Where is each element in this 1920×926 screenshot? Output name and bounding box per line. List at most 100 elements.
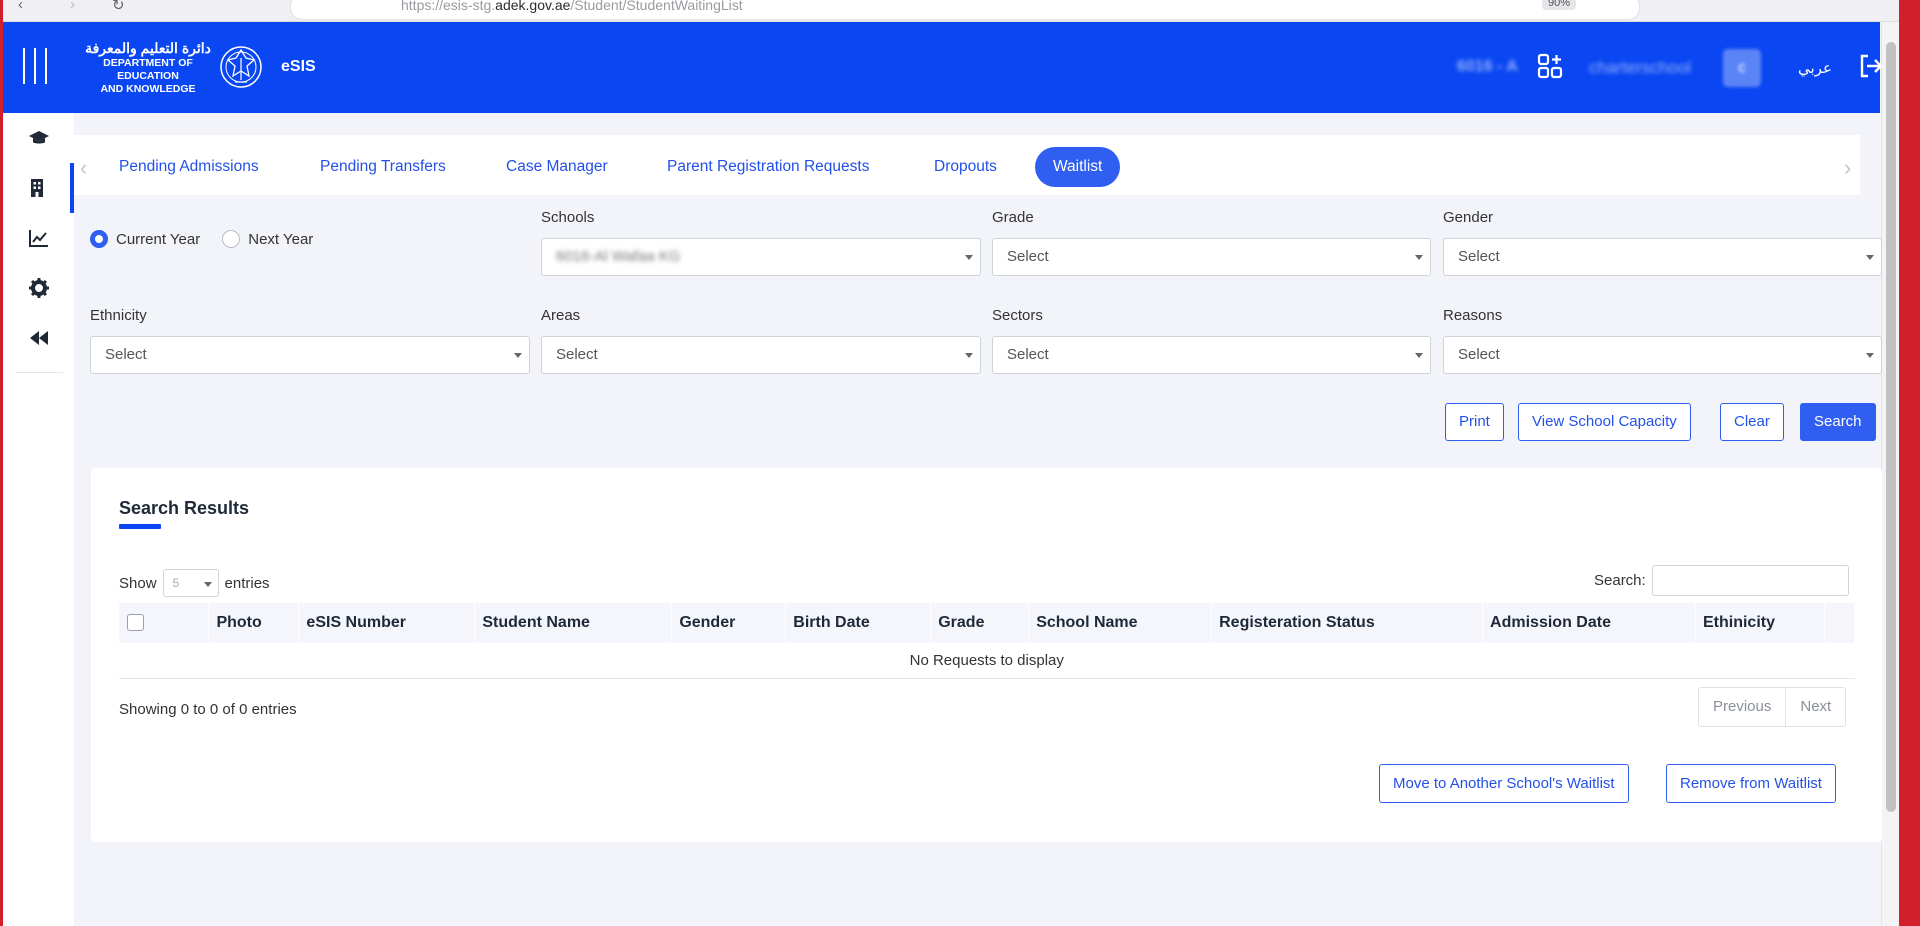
entries-label: entries	[224, 574, 270, 592]
sectors-label: Sectors	[992, 307, 1043, 324]
schools-select-value: 6016-Al Wafaa KG	[556, 248, 681, 265]
print-button[interactable]: Print	[1445, 403, 1504, 441]
sidebar-item-reports[interactable]	[3, 213, 74, 263]
column-header[interactable]: Ethinicity	[1695, 603, 1825, 643]
logo-arabic: دائرة التعليم والمعرفة	[85, 40, 211, 56]
chevron-down-icon	[203, 582, 212, 587]
ethnicity-select[interactable]: Select	[90, 336, 530, 374]
column-header[interactable]: Photo	[208, 603, 300, 643]
logout-icon[interactable]	[1858, 53, 1884, 79]
reasons-select-value: Select	[1458, 346, 1500, 363]
building-icon	[30, 179, 43, 197]
url-path: /Student/StudentWaitingList	[570, 0, 743, 13]
year-radio-group: Current Year Next Year	[90, 230, 327, 248]
table-info: Showing 0 to 0 of 0 entries	[119, 701, 297, 718]
pager-next[interactable]: Next	[1785, 688, 1845, 726]
tab-pending-admissions[interactable]: Pending Admissions	[101, 147, 277, 187]
entries-select[interactable]: 5	[162, 569, 219, 597]
gender-select-value: Select	[1458, 248, 1500, 265]
tab-waitlist[interactable]: Waitlist	[1035, 147, 1121, 187]
chevron-down-icon	[1415, 255, 1423, 260]
show-label: Show	[119, 574, 157, 592]
sectors-select-value: Select	[1007, 346, 1049, 363]
search-button[interactable]: Search	[1800, 403, 1876, 441]
grade-select-value: Select	[1007, 248, 1049, 265]
reload-icon[interactable]: ↻	[112, 0, 125, 14]
address-bar[interactable]: https://esis-stg.adek.gov.ae/Student/Stu…	[290, 0, 1640, 20]
table-search-input[interactable]	[1651, 565, 1849, 596]
column-header[interactable]: Admission Date	[1482, 603, 1696, 643]
app-header: دائرة التعليم والمعرفة DEPARTMENT OF EDU…	[3, 22, 1883, 113]
pager-previous[interactable]: Previous	[1699, 688, 1785, 726]
tabs-scroll-left-icon[interactable]: ‹	[80, 155, 87, 181]
logo-line-2: AND KNOWLEDGE	[100, 83, 196, 95]
search-results-card: Search Results Show 5 entries Search: Ph…	[91, 468, 1882, 842]
remove-from-waitlist-button[interactable]: Remove from Waitlist	[1666, 764, 1836, 803]
grade-select[interactable]: Select	[992, 238, 1431, 276]
sidebar-item-students[interactable]	[3, 113, 74, 163]
gear-icon	[28, 278, 49, 298]
column-header[interactable]: Registeration Status	[1211, 603, 1484, 643]
ethnicity-select-value: Select	[105, 346, 147, 363]
sidebar-item-settings[interactable]	[3, 263, 74, 313]
sidebar-item-schools[interactable]	[3, 163, 74, 213]
clear-button[interactable]: Clear	[1720, 403, 1784, 441]
forward-icon[interactable]: ›	[70, 0, 75, 13]
select-all-cell	[119, 603, 210, 643]
column-header[interactable]: Student Name	[474, 603, 673, 643]
schools-select[interactable]: 6016-Al Wafaa KG	[541, 238, 981, 276]
table-search: Search:	[1594, 565, 1849, 596]
column-header[interactable]: School Name	[1028, 603, 1213, 643]
select-all-checkbox[interactable]	[127, 614, 144, 632]
tab-parent-registration-requests[interactable]: Parent Registration Requests	[649, 147, 887, 187]
empty-table-message: No Requests to display	[119, 643, 1855, 679]
rewind-icon	[29, 331, 48, 345]
column-header[interactable]: Birth Date	[785, 603, 932, 643]
zoom-badge[interactable]: 90%	[1542, 0, 1577, 10]
avatar[interactable]: c	[1723, 49, 1761, 87]
table-row: No Requests to display	[119, 643, 1855, 679]
column-header[interactable]: eSIS Number	[298, 603, 476, 643]
logo-line-1: DEPARTMENT OF EDUCATION	[103, 57, 193, 82]
apps-grid-icon[interactable]	[1537, 53, 1563, 79]
gender-select[interactable]: Select	[1443, 238, 1882, 276]
window-border-right	[1899, 0, 1920, 926]
school-code: 6016 - A	[1457, 58, 1518, 75]
tab-pending-transfers[interactable]: Pending Transfers	[302, 147, 464, 187]
pagination: Previous Next	[1698, 687, 1847, 727]
move-to-another-waitlist-button[interactable]: Move to Another School's Waitlist	[1379, 764, 1629, 803]
sectors-select[interactable]: Select	[992, 336, 1431, 374]
department-logo-text: دائرة التعليم والمعرفة DEPARTMENT OF EDU…	[77, 40, 219, 96]
radio-next-year[interactable]	[222, 230, 241, 248]
areas-select[interactable]: Select	[541, 336, 981, 374]
radio-current-year-label[interactable]: Current Year	[116, 231, 200, 248]
chevron-down-icon	[1866, 255, 1874, 260]
table-header-row: Photo eSIS Number Student Name Gender Bi…	[119, 603, 1856, 643]
column-header[interactable]: Grade	[930, 603, 1030, 643]
sidebar-divider	[15, 372, 63, 373]
page-scrollbar[interactable]	[1881, 22, 1899, 926]
back-icon[interactable]: ‹	[18, 0, 23, 13]
radio-current-year[interactable]	[90, 230, 108, 248]
tab-dropouts[interactable]: Dropouts	[916, 147, 1015, 187]
graduation-cap-icon	[28, 131, 49, 144]
table-search-label: Search:	[1594, 572, 1646, 589]
radio-next-year-label[interactable]: Next Year	[248, 231, 313, 248]
schools-label: Schools	[541, 209, 595, 226]
tab-case-manager[interactable]: Case Manager	[488, 147, 626, 187]
view-school-capacity-button[interactable]: View School Capacity	[1518, 403, 1691, 441]
reasons-select[interactable]: Select	[1443, 336, 1882, 374]
user-name[interactable]: charterschool	[1589, 58, 1691, 78]
areas-label: Areas	[541, 307, 581, 324]
tabs-scroll-right-icon[interactable]: ›	[1844, 155, 1851, 181]
menu-toggle-icon[interactable]	[23, 48, 53, 84]
gender-label: Gender	[1443, 209, 1494, 226]
column-header[interactable]: Gender	[671, 603, 787, 643]
app-name: eSIS	[281, 58, 316, 75]
scrollbar-thumb[interactable]	[1886, 42, 1896, 812]
search-results-title: Search Results	[119, 498, 250, 518]
language-toggle[interactable]: عربي	[1798, 59, 1832, 77]
entries-select-value: 5	[172, 576, 180, 590]
sidebar-item-collapse[interactable]	[3, 313, 74, 363]
chevron-down-icon	[1415, 353, 1423, 358]
